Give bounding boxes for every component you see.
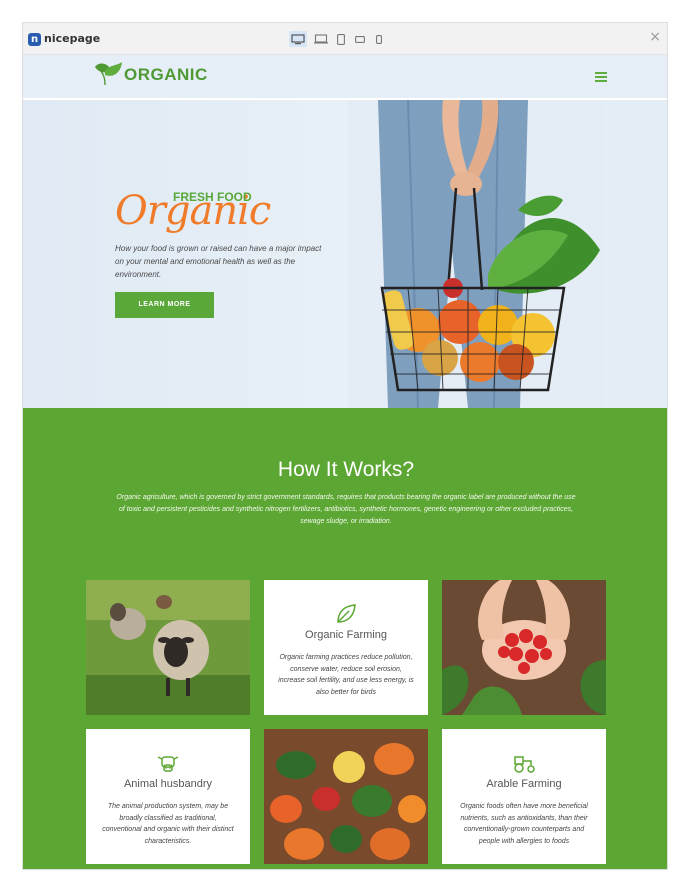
- hero-description: How your food is grown or raised can hav…: [115, 244, 322, 279]
- site-logo[interactable]: ORGANIC: [93, 61, 208, 87]
- strawberries-photo: [442, 580, 606, 715]
- laptop-icon: [314, 34, 328, 44]
- phone-landscape-icon: [355, 35, 365, 43]
- sheep-photo: [86, 580, 250, 715]
- card-text: The animal production system, may be bro…: [102, 803, 234, 845]
- phone-view-button[interactable]: [373, 31, 385, 47]
- card-title: Organic Farming: [305, 629, 387, 641]
- arable-farming-card: Arable Farming Organic foods often have …: [442, 729, 606, 864]
- section-description: Organic agriculture, which is governed b…: [116, 494, 576, 525]
- card-text: Organic foods often have more beneficial…: [460, 803, 588, 845]
- hero-subtitle: FRESH FOOD: [173, 190, 252, 204]
- vegetables-photo: [264, 729, 428, 864]
- leaf-logo-icon: [95, 62, 122, 86]
- organic-farming-card: Organic Farming Organic farming practice…: [264, 580, 428, 715]
- tablet-icon: [337, 33, 345, 45]
- nicepage-brand: nicepage: [44, 32, 101, 45]
- animal-husbandry-card: Animal husbandry The animal production s…: [86, 729, 250, 864]
- section-title: How It Works?: [277, 458, 415, 481]
- card-text: Organic farming practices reduce polluti…: [278, 654, 414, 696]
- card-title: Arable Farming: [486, 778, 562, 790]
- site-header: ORGANIC: [23, 55, 667, 99]
- builder-toolbar: n nicepage ×: [23, 23, 667, 55]
- how-it-works-section: How It Works? Organic agriculture, which…: [23, 408, 667, 869]
- menu-hamburger-icon[interactable]: [595, 72, 607, 82]
- laptop-view-button[interactable]: [313, 31, 329, 47]
- cow-icon: [157, 756, 179, 772]
- basket-photo: [348, 100, 604, 408]
- phone-landscape-view-button[interactable]: [353, 31, 367, 47]
- tablet-view-button[interactable]: [335, 31, 347, 47]
- phone-icon: [376, 34, 382, 44]
- browser-preview-window: n nicepage × ORGANIC Organic FRESH FOOD …: [22, 22, 668, 870]
- hero-section: Organic FRESH FOOD How your food is grow…: [23, 100, 667, 408]
- learn-more-button[interactable]: LEARN MORE: [115, 292, 214, 318]
- leaf-icon: [337, 604, 356, 623]
- close-icon[interactable]: ×: [649, 29, 661, 45]
- card-title: Animal husbandry: [123, 778, 213, 790]
- tractor-icon: [514, 756, 535, 773]
- brand-name: ORGANIC: [124, 65, 208, 84]
- desktop-view-button[interactable]: [289, 31, 307, 47]
- nicepage-logo-icon: n: [28, 33, 41, 46]
- desktop-icon: [291, 33, 305, 44]
- device-switcher: [289, 31, 385, 47]
